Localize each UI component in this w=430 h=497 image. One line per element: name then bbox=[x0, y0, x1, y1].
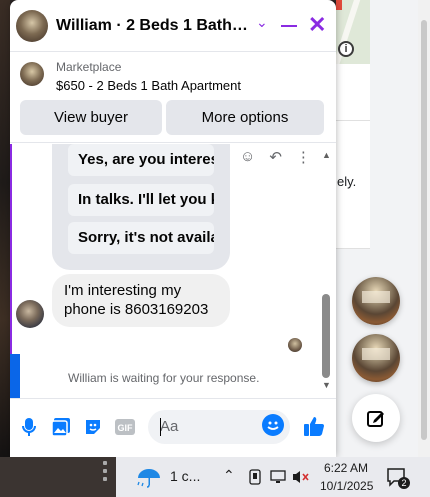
chat-window: William · 2 Beds 1 Bath Apartment ⌄ ✕ Ma… bbox=[10, 0, 336, 457]
clock-date[interactable]: 10/1/2025 bbox=[320, 479, 373, 493]
map-pin-icon bbox=[336, 0, 342, 10]
text-caret bbox=[160, 418, 161, 436]
clock-time[interactable]: 6:22 AM bbox=[322, 461, 370, 475]
message-actions: ☺ ↶ ⋮ bbox=[240, 148, 311, 166]
view-buyer-button[interactable]: View buyer bbox=[20, 100, 162, 135]
weather-text[interactable]: 1 c... bbox=[170, 468, 200, 484]
chat-head-avatar[interactable] bbox=[352, 277, 400, 325]
quick-reply-option[interactable]: Yes, are you interested? bbox=[68, 144, 214, 176]
chat-head-avatar[interactable] bbox=[352, 334, 400, 382]
listing-title[interactable]: $650 - 2 Beds 1 Bath Apartment bbox=[56, 78, 241, 93]
more-options-button[interactable]: More options bbox=[166, 100, 324, 135]
phone-link-icon[interactable] bbox=[247, 469, 263, 485]
svg-text:GIF: GIF bbox=[118, 423, 134, 433]
sender-avatar[interactable] bbox=[16, 300, 44, 328]
chat-scrollbar[interactable]: ▲ ▼ bbox=[322, 150, 331, 390]
message-input-placeholder: Aa bbox=[160, 418, 179, 435]
desktop-background bbox=[0, 0, 10, 457]
like-icon[interactable] bbox=[302, 414, 326, 443]
divider bbox=[336, 248, 370, 249]
accent-bar-blue bbox=[10, 354, 20, 398]
minimize-icon[interactable] bbox=[281, 25, 297, 27]
quick-reply-option[interactable]: In talks. I'll let you know bbox=[68, 184, 214, 216]
message-list: Yes, are you interested? In talks. I'll … bbox=[10, 144, 336, 398]
info-icon[interactable]: i bbox=[338, 41, 354, 57]
scroll-up-arrow-icon[interactable]: ▲ bbox=[322, 150, 331, 160]
scroll-down-arrow-icon[interactable]: ▼ bbox=[322, 380, 331, 390]
listing-thumbnail[interactable] bbox=[20, 62, 44, 86]
weather-rain-icon[interactable] bbox=[136, 466, 162, 488]
chat-header: William · 2 Beds 1 Bath Apartment ⌄ ✕ bbox=[10, 0, 336, 52]
divider bbox=[336, 120, 370, 121]
page-scrollbar-thumb[interactable] bbox=[421, 20, 427, 440]
notification-badge: 2 bbox=[398, 477, 410, 489]
compose-icon bbox=[367, 411, 384, 427]
new-message-button[interactable] bbox=[352, 394, 400, 442]
photo-icon[interactable] bbox=[50, 416, 72, 438]
chat-scrollbar-thumb[interactable] bbox=[322, 294, 330, 378]
contact-avatar[interactable] bbox=[16, 10, 48, 42]
more-vertical-icon[interactable]: ⋮ bbox=[296, 148, 311, 166]
page-scrollbar[interactable] bbox=[418, 0, 430, 457]
gif-icon[interactable]: GIF bbox=[114, 416, 136, 438]
emoji-icon[interactable] bbox=[262, 414, 284, 436]
reply-icon[interactable]: ↶ bbox=[269, 148, 282, 166]
chevron-down-icon[interactable]: ⌄ bbox=[256, 14, 268, 31]
accent-bar bbox=[10, 144, 12, 354]
react-emoji-icon[interactable]: ☺ bbox=[240, 148, 255, 166]
chevron-up-icon[interactable]: ⌃ bbox=[223, 467, 235, 484]
listing-card bbox=[336, 64, 370, 249]
message-bubble: I'm interesting my phone is 8603169203 bbox=[52, 274, 230, 327]
page-text-fragment: ely. bbox=[337, 174, 357, 189]
volume-muted-icon[interactable] bbox=[292, 469, 309, 485]
quick-reply-option[interactable]: Sorry, it's not available bbox=[68, 222, 214, 254]
waiting-status: William is waiting for your response. bbox=[68, 371, 260, 385]
composer: GIF Aa bbox=[10, 398, 336, 457]
taskbar-handle[interactable] bbox=[98, 457, 112, 497]
microphone-icon[interactable] bbox=[18, 416, 40, 438]
close-icon[interactable]: ✕ bbox=[308, 14, 326, 36]
network-icon[interactable] bbox=[270, 469, 286, 485]
seen-avatar bbox=[288, 338, 302, 352]
marketplace-panel: Marketplace $650 - 2 Beds 1 Bath Apartme… bbox=[10, 53, 336, 143]
sticker-icon[interactable] bbox=[82, 416, 104, 438]
marketplace-label: Marketplace bbox=[56, 60, 122, 74]
chat-title[interactable]: William · 2 Beds 1 Bath Apartment bbox=[56, 17, 248, 35]
taskbar: 1 c... ⌃ 6:22 AM 10/1/2025 2 bbox=[0, 457, 430, 497]
